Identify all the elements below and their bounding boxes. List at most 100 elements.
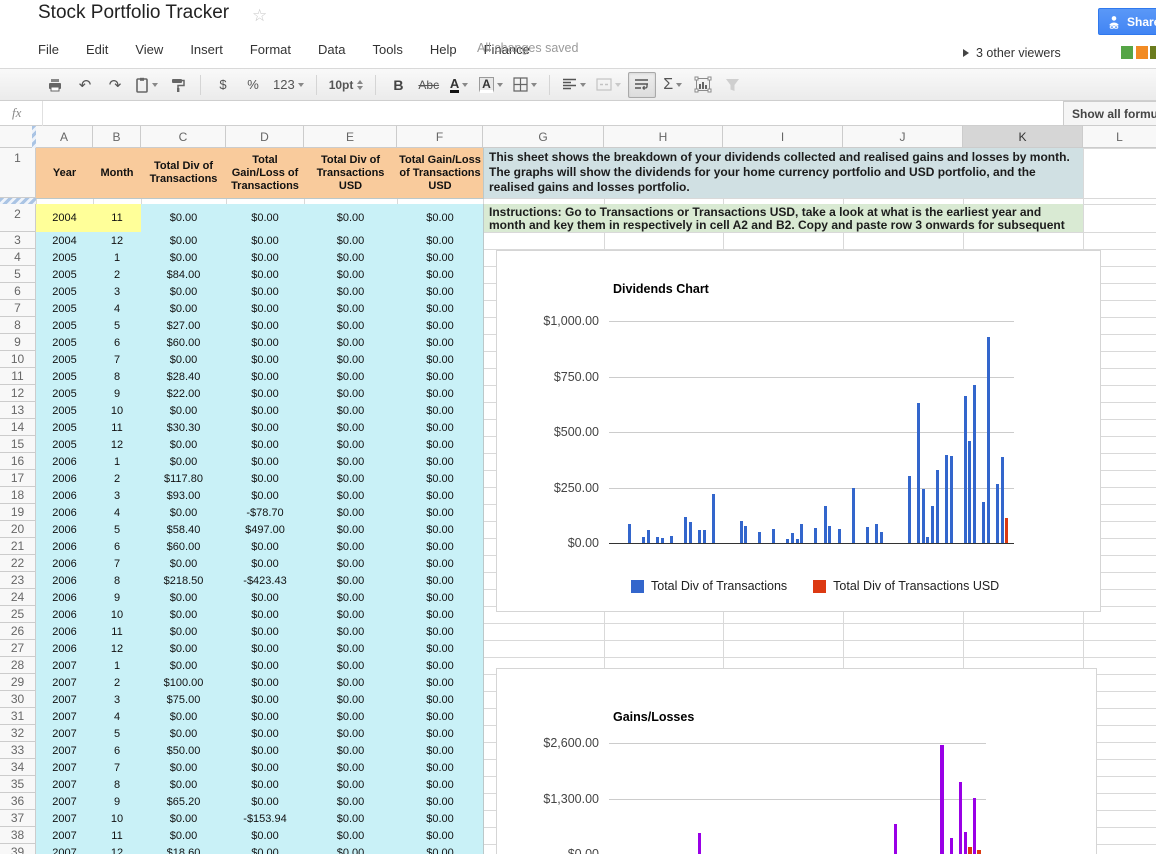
row-header-12[interactable]: 12 <box>0 385 36 402</box>
cell-A33[interactable]: 2007 <box>36 742 94 760</box>
cell-F12[interactable]: $0.00 <box>397 385 484 403</box>
column-header-K[interactable]: K <box>963 126 1083 148</box>
cell-D34[interactable]: $0.00 <box>226 759 305 777</box>
cell-A25[interactable]: 2006 <box>36 606 94 624</box>
cell-D2[interactable]: $0.00 <box>226 204 305 233</box>
cell-A23[interactable]: 2006 <box>36 572 94 590</box>
cell-A31[interactable]: 2007 <box>36 708 94 726</box>
cell-D11[interactable]: $0.00 <box>226 368 305 386</box>
cell-B15[interactable]: 12 <box>93 436 142 454</box>
cell-F24[interactable]: $0.00 <box>397 589 484 607</box>
cell-B23[interactable]: 8 <box>93 572 142 590</box>
row-header-3[interactable]: 3 <box>0 232 36 249</box>
cell-B30[interactable]: 3 <box>93 691 142 709</box>
formula-input[interactable] <box>48 103 1052 124</box>
cell-D6[interactable]: $0.00 <box>226 283 305 301</box>
cell-D28[interactable]: $0.00 <box>226 657 305 675</box>
fill-color-button[interactable]: A <box>476 73 506 97</box>
cell-B31[interactable]: 4 <box>93 708 142 726</box>
paste-button[interactable] <box>132 73 161 97</box>
column-header-C[interactable]: C <box>141 126 226 148</box>
row-header-13[interactable]: 13 <box>0 402 36 419</box>
cell-A19[interactable]: 2006 <box>36 504 94 522</box>
row-header-31[interactable]: 31 <box>0 708 36 725</box>
cell-D26[interactable]: $0.00 <box>226 623 305 641</box>
cell-F20[interactable]: $0.00 <box>397 521 484 539</box>
cell-E37[interactable]: $0.00 <box>304 810 398 828</box>
cell-C38[interactable]: $0.00 <box>141 827 227 845</box>
row-header-34[interactable]: 34 <box>0 759 36 776</box>
row-header-7[interactable]: 7 <box>0 300 36 317</box>
cell-A11[interactable]: 2005 <box>36 368 94 386</box>
cell-E5[interactable]: $0.00 <box>304 266 398 284</box>
cell-F13[interactable]: $0.00 <box>397 402 484 420</box>
cell-D22[interactable]: $0.00 <box>226 555 305 573</box>
font-size-stepper[interactable]: 10pt <box>326 73 367 97</box>
cell-C32[interactable]: $0.00 <box>141 725 227 743</box>
cell-E35[interactable]: $0.00 <box>304 776 398 794</box>
row-header-30[interactable]: 30 <box>0 691 36 708</box>
cell-A26[interactable]: 2006 <box>36 623 94 641</box>
cell-A13[interactable]: 2005 <box>36 402 94 420</box>
cell-B14[interactable]: 11 <box>93 419 142 437</box>
cell-F17[interactable]: $0.00 <box>397 470 484 488</box>
row-header-27[interactable]: 27 <box>0 640 36 657</box>
row-header-24[interactable]: 24 <box>0 589 36 606</box>
row-header-2[interactable]: 2 <box>0 204 36 232</box>
cell-D15[interactable]: $0.00 <box>226 436 305 454</box>
frozen-rows-indicator[interactable] <box>0 198 36 204</box>
cell-B3[interactable]: 12 <box>93 232 142 250</box>
row-header-8[interactable]: 8 <box>0 317 36 334</box>
cell-B28[interactable]: 1 <box>93 657 142 675</box>
row-header-35[interactable]: 35 <box>0 776 36 793</box>
row-header-21[interactable]: 21 <box>0 538 36 555</box>
cell-B20[interactable]: 5 <box>93 521 142 539</box>
header-cell[interactable]: Total Div of Transactions <box>141 148 227 199</box>
cell-C13[interactable]: $0.00 <box>141 402 227 420</box>
cell-E7[interactable]: $0.00 <box>304 300 398 318</box>
row-header-26[interactable]: 26 <box>0 623 36 640</box>
cell-A24[interactable]: 2006 <box>36 589 94 607</box>
cell-B38[interactable]: 11 <box>93 827 142 845</box>
cell-C4[interactable]: $0.00 <box>141 249 227 267</box>
bold-button[interactable]: B <box>385 73 411 97</box>
cell-F10[interactable]: $0.00 <box>397 351 484 369</box>
cell-B32[interactable]: 5 <box>93 725 142 743</box>
cell-B19[interactable]: 4 <box>93 504 142 522</box>
cell-A3[interactable]: 2004 <box>36 232 94 250</box>
cell-C16[interactable]: $0.00 <box>141 453 227 471</box>
cell-A9[interactable]: 2005 <box>36 334 94 352</box>
cell-F38[interactable]: $0.00 <box>397 827 484 845</box>
cell-E18[interactable]: $0.00 <box>304 487 398 505</box>
cell-F21[interactable]: $0.00 <box>397 538 484 556</box>
cell-C30[interactable]: $75.00 <box>141 691 227 709</box>
cell-E4[interactable]: $0.00 <box>304 249 398 267</box>
cell-A29[interactable]: 2007 <box>36 674 94 692</box>
cell-B29[interactable]: 2 <box>93 674 142 692</box>
format-percent-button[interactable]: % <box>240 73 266 97</box>
undo-button[interactable]: ↶ <box>72 73 98 97</box>
cell-F23[interactable]: $0.00 <box>397 572 484 590</box>
cell-A32[interactable]: 2007 <box>36 725 94 743</box>
cell-D10[interactable]: $0.00 <box>226 351 305 369</box>
cell-E38[interactable]: $0.00 <box>304 827 398 845</box>
cell-B7[interactable]: 4 <box>93 300 142 318</box>
cell-A4[interactable]: 2005 <box>36 249 94 267</box>
cell-E17[interactable]: $0.00 <box>304 470 398 488</box>
cell-C35[interactable]: $0.00 <box>141 776 227 794</box>
cell-F18[interactable]: $0.00 <box>397 487 484 505</box>
cell-E29[interactable]: $0.00 <box>304 674 398 692</box>
row-header-33[interactable]: 33 <box>0 742 36 759</box>
number-format-button[interactable]: 123 <box>270 73 307 97</box>
cell-F33[interactable]: $0.00 <box>397 742 484 760</box>
strikethrough-button[interactable]: Abc <box>415 73 442 97</box>
cell-F27[interactable]: $0.00 <box>397 640 484 658</box>
cell-F37[interactable]: $0.00 <box>397 810 484 828</box>
insert-chart-button[interactable] <box>690 73 716 97</box>
cell-D24[interactable]: $0.00 <box>226 589 305 607</box>
borders-button[interactable] <box>510 73 540 97</box>
cell-E28[interactable]: $0.00 <box>304 657 398 675</box>
align-button[interactable] <box>559 73 589 97</box>
cell-F14[interactable]: $0.00 <box>397 419 484 437</box>
row-header-23[interactable]: 23 <box>0 572 36 589</box>
